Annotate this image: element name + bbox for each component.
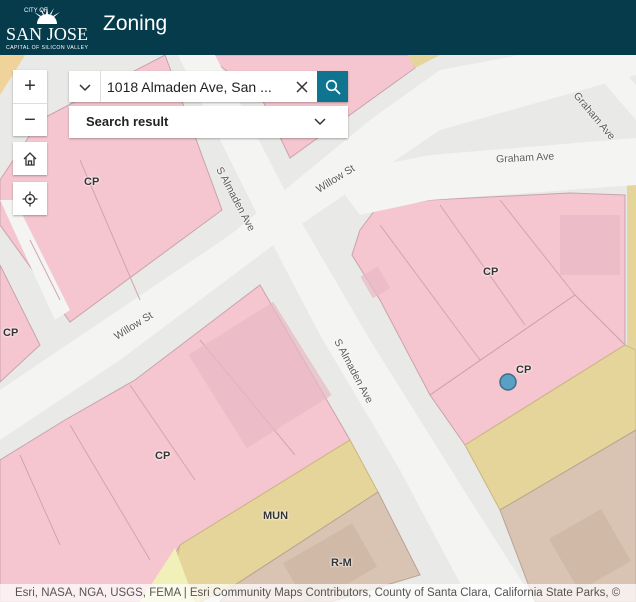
san-jose-logo: CITY OF SAN JOSE CAPITAL OF SILICON VALL… xyxy=(6,6,89,51)
search-source-dropdown[interactable] xyxy=(69,71,101,102)
zone-label: CP xyxy=(155,450,171,462)
svg-text:SAN JOSE: SAN JOSE xyxy=(6,24,88,44)
search-button[interactable] xyxy=(317,71,348,102)
locate-icon xyxy=(22,191,38,206)
zone-label: CP xyxy=(483,266,499,278)
search-location-marker xyxy=(499,373,517,391)
svg-text:CAPITAL OF SILICON VALLEY: CAPITAL OF SILICON VALLEY xyxy=(6,45,89,51)
zone-label: CP xyxy=(516,364,532,376)
zoom-control: + − xyxy=(13,70,47,136)
chevron-down-icon xyxy=(78,83,91,91)
zone-parcel-mun xyxy=(627,180,636,350)
app-title: Zoning xyxy=(103,12,168,35)
chevron-down-icon[interactable] xyxy=(313,114,327,128)
zoom-out-button[interactable]: − xyxy=(13,103,47,137)
search-input[interactable] xyxy=(107,71,307,102)
search-icon xyxy=(325,79,341,95)
zone-label: R-M xyxy=(331,557,352,569)
home-icon xyxy=(23,151,37,166)
app-header: CITY OF SAN JOSE CAPITAL OF SILICON VALL… xyxy=(0,0,636,55)
home-button[interactable] xyxy=(13,142,47,175)
search-result-panel[interactable]: Search result xyxy=(69,106,348,138)
locate-button[interactable] xyxy=(13,182,47,215)
search-widget xyxy=(69,71,348,102)
close-icon xyxy=(296,80,308,93)
map-attribution: Esri, NASA, NGA, USGS, FEMA | Esri Commu… xyxy=(0,584,636,602)
search-clear-button[interactable] xyxy=(287,71,317,102)
zone-label: CP xyxy=(84,176,100,188)
zone-label: CP xyxy=(3,327,19,339)
zone-label: MUN xyxy=(263,510,289,522)
zoom-in-button[interactable]: + xyxy=(13,70,47,103)
svg-text:CITY OF: CITY OF xyxy=(24,8,48,14)
search-result-label: Search result xyxy=(86,114,169,129)
